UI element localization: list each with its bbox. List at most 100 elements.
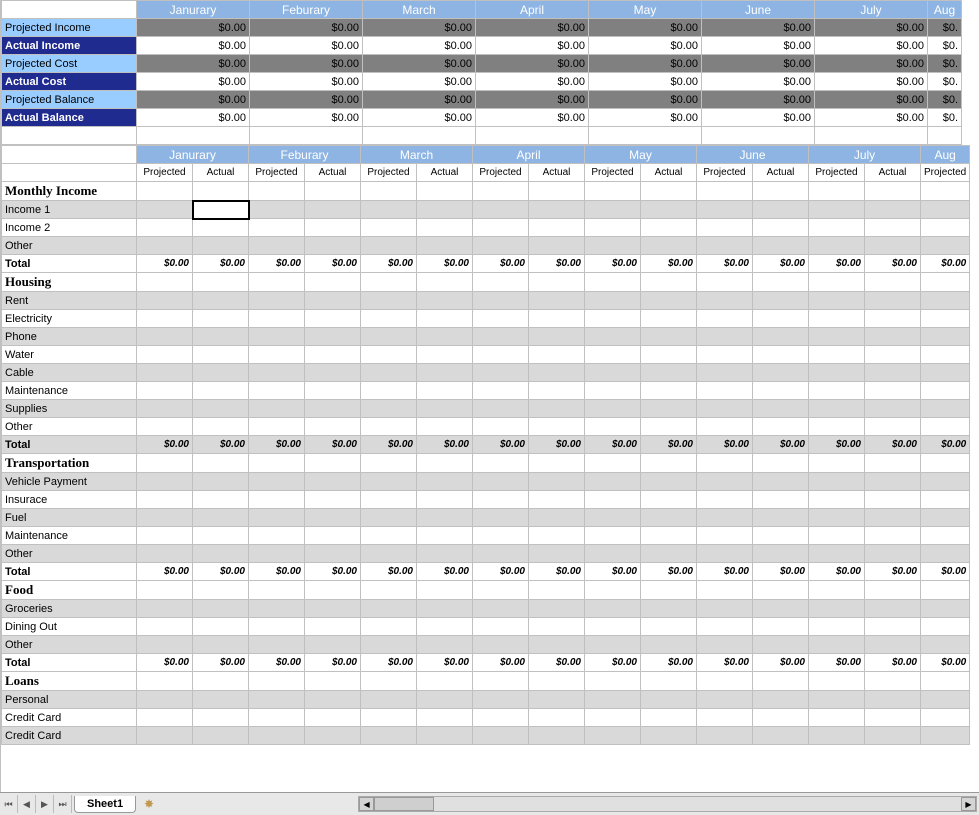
cell[interactable]: [473, 581, 529, 600]
blank-cell[interactable]: [2, 164, 137, 182]
cell[interactable]: [361, 328, 417, 346]
cell[interactable]: [697, 509, 753, 527]
cell[interactable]: [529, 346, 585, 364]
cell[interactable]: [137, 473, 193, 491]
blank-cell[interactable]: [363, 127, 476, 145]
summary-value[interactable]: $0.00: [815, 73, 928, 91]
cell[interactable]: [809, 618, 865, 636]
cell[interactable]: [697, 454, 753, 473]
cell[interactable]: [921, 273, 970, 292]
total-value[interactable]: $0.00: [865, 255, 921, 273]
cell[interactable]: [249, 182, 305, 201]
month-header[interactable]: Aug: [928, 1, 962, 19]
cell[interactable]: [193, 618, 249, 636]
cell[interactable]: [529, 219, 585, 237]
cell[interactable]: [921, 473, 970, 491]
cell[interactable]: [137, 328, 193, 346]
subheader-actual[interactable]: Actual: [753, 164, 809, 182]
cell[interactable]: [865, 581, 921, 600]
cell[interactable]: [585, 454, 641, 473]
blank-cell[interactable]: [928, 127, 962, 145]
summary-value[interactable]: $0.00: [250, 91, 363, 109]
cell[interactable]: [305, 509, 361, 527]
total-value[interactable]: $0.00: [193, 563, 249, 581]
cell[interactable]: [641, 600, 697, 618]
cell[interactable]: [249, 292, 305, 310]
cell[interactable]: [249, 346, 305, 364]
cell[interactable]: [529, 454, 585, 473]
tab-nav-prev-icon[interactable]: ◀: [18, 795, 36, 813]
month-header[interactable]: June: [702, 1, 815, 19]
total-value[interactable]: $0.00: [249, 436, 305, 454]
cell[interactable]: [361, 346, 417, 364]
cell[interactable]: [305, 527, 361, 545]
summary-label[interactable]: Projected Income: [2, 19, 137, 37]
summary-value[interactable]: $0.00: [589, 37, 702, 55]
cell[interactable]: [697, 581, 753, 600]
cell[interactable]: [753, 491, 809, 509]
cell[interactable]: [193, 418, 249, 436]
cell[interactable]: [305, 727, 361, 745]
cell[interactable]: [417, 545, 473, 563]
cell[interactable]: [361, 618, 417, 636]
cell[interactable]: [473, 382, 529, 400]
cell[interactable]: [361, 545, 417, 563]
cell[interactable]: [641, 382, 697, 400]
cell[interactable]: [249, 672, 305, 691]
cell[interactable]: [249, 509, 305, 527]
month-header[interactable]: Janurary: [137, 146, 249, 164]
cell[interactable]: [249, 581, 305, 600]
cell[interactable]: [585, 328, 641, 346]
cell[interactable]: [921, 618, 970, 636]
cell[interactable]: [417, 509, 473, 527]
total-value[interactable]: $0.00: [473, 563, 529, 581]
total-value[interactable]: $0.00: [249, 654, 305, 672]
cell[interactable]: [249, 201, 305, 219]
cell[interactable]: [809, 292, 865, 310]
cell[interactable]: [193, 328, 249, 346]
cell[interactable]: [305, 691, 361, 709]
cell[interactable]: [809, 509, 865, 527]
cell[interactable]: [529, 618, 585, 636]
cell[interactable]: [809, 364, 865, 382]
cell[interactable]: [921, 691, 970, 709]
cell[interactable]: [361, 600, 417, 618]
cell[interactable]: [529, 727, 585, 745]
total-value[interactable]: $0.00: [361, 436, 417, 454]
cell[interactable]: [585, 473, 641, 491]
item-label[interactable]: Personal: [2, 691, 137, 709]
cell[interactable]: [193, 364, 249, 382]
month-header[interactable]: March: [361, 146, 473, 164]
cell[interactable]: [585, 201, 641, 219]
total-value[interactable]: $0.00: [417, 563, 473, 581]
total-value[interactable]: $0.00: [753, 654, 809, 672]
summary-value[interactable]: $0.00: [815, 19, 928, 37]
item-label[interactable]: Phone: [2, 328, 137, 346]
subheader-projected[interactable]: Projected: [809, 164, 865, 182]
summary-label[interactable]: Actual Income: [2, 37, 137, 55]
cell[interactable]: [137, 636, 193, 654]
cell[interactable]: [809, 600, 865, 618]
cell[interactable]: [697, 691, 753, 709]
summary-value[interactable]: $0.00: [476, 73, 589, 91]
summary-value[interactable]: $0.00: [250, 37, 363, 55]
cell[interactable]: [305, 581, 361, 600]
summary-value[interactable]: $0.00: [250, 55, 363, 73]
total-value[interactable]: $0.00: [809, 563, 865, 581]
cell[interactable]: [305, 219, 361, 237]
cell[interactable]: [809, 273, 865, 292]
summary-label[interactable]: Projected Balance: [2, 91, 137, 109]
cell[interactable]: [753, 691, 809, 709]
subheader-projected[interactable]: Projected: [585, 164, 641, 182]
cell[interactable]: [753, 364, 809, 382]
cell[interactable]: [361, 201, 417, 219]
cell[interactable]: [361, 491, 417, 509]
total-value[interactable]: $0.00: [193, 654, 249, 672]
cell[interactable]: [473, 691, 529, 709]
cell[interactable]: [641, 346, 697, 364]
cell[interactable]: [529, 182, 585, 201]
total-value[interactable]: $0.00: [417, 436, 473, 454]
cell[interactable]: [921, 292, 970, 310]
summary-value[interactable]: $0.00: [363, 109, 476, 127]
cell[interactable]: [417, 237, 473, 255]
